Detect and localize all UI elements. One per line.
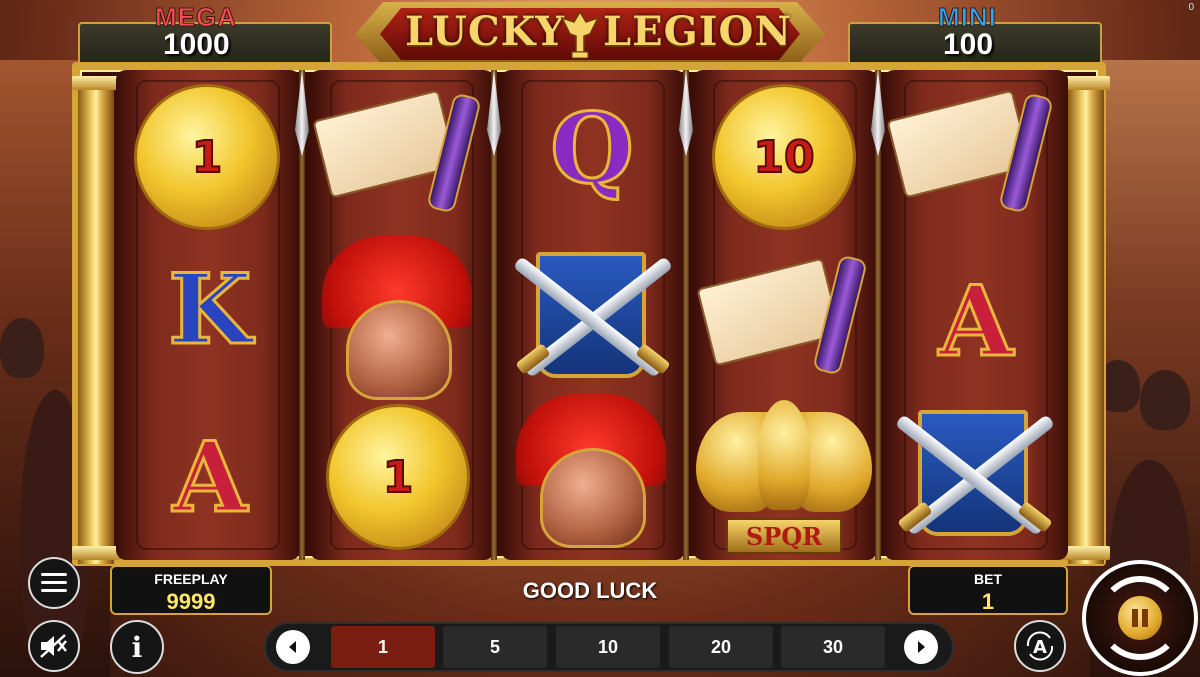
info-button[interactable]: i bbox=[110, 620, 164, 674]
eagle-emblem-icon bbox=[560, 10, 600, 59]
bet-option-10[interactable]: 10 bbox=[556, 626, 660, 668]
bet-value: 1 bbox=[981, 589, 995, 614]
logo-word-lucky: LUCKY bbox=[405, 8, 565, 55]
menu-button[interactable] bbox=[28, 557, 80, 609]
logo-word-legion: LEGION bbox=[603, 8, 792, 55]
autoplay-button[interactable]: A bbox=[1014, 620, 1066, 672]
info-icon: i bbox=[131, 630, 143, 664]
bet-option-5[interactable]: 5 bbox=[443, 626, 547, 668]
right-pillar bbox=[1068, 76, 1104, 564]
chevron-left-icon bbox=[289, 641, 296, 653]
freeplay-label: FREEPLAY bbox=[154, 571, 228, 587]
bet-box: BET 1 bbox=[908, 565, 1068, 615]
pause-button[interactable] bbox=[1118, 596, 1162, 640]
sound-toggle-button[interactable] bbox=[28, 620, 80, 672]
autoplay-a-icon: A bbox=[1026, 631, 1054, 661]
hamburger-icon bbox=[41, 573, 67, 592]
corner-indicator: 0 bbox=[1188, 2, 1194, 13]
status-message: GOOD LUCK bbox=[522, 578, 658, 603]
left-pillar bbox=[78, 76, 114, 564]
gold-coin-symbol: 1 bbox=[326, 404, 470, 550]
svg-text:A: A bbox=[1033, 637, 1047, 658]
coin-value: 10 bbox=[752, 131, 815, 184]
mega-jackpot-value: 1000 bbox=[163, 28, 230, 61]
coin-value: 1 bbox=[382, 451, 415, 504]
speaker-muted-icon bbox=[40, 634, 67, 658]
bet-option-1[interactable]: 1 bbox=[331, 626, 435, 668]
letter-q-symbol: Q bbox=[549, 90, 636, 206]
coin-value: 1 bbox=[191, 131, 224, 184]
chevron-right-icon bbox=[918, 641, 925, 653]
freeplay-value: 9999 bbox=[166, 589, 216, 614]
freeplay-box: FREEPLAY 9999 bbox=[110, 565, 272, 615]
gold-coin-symbol: 10 bbox=[712, 84, 856, 230]
bet-label: BET bbox=[974, 571, 1002, 587]
gold-coin-symbol: 1 bbox=[134, 84, 280, 230]
letter-a-symbol: A bbox=[937, 263, 1015, 379]
bet-option-30[interactable]: 30 bbox=[781, 626, 885, 668]
letter-k-symbol: K bbox=[167, 251, 253, 367]
letter-a-symbol: A bbox=[171, 419, 249, 535]
bet-option-20[interactable]: 20 bbox=[669, 626, 773, 668]
mini-jackpot-value: 100 bbox=[943, 28, 994, 61]
bet-next-button[interactable] bbox=[904, 630, 938, 664]
bet-prev-button[interactable] bbox=[276, 630, 310, 664]
spqr-plaque: SPQR bbox=[726, 518, 842, 554]
pause-icon bbox=[1132, 609, 1138, 627]
